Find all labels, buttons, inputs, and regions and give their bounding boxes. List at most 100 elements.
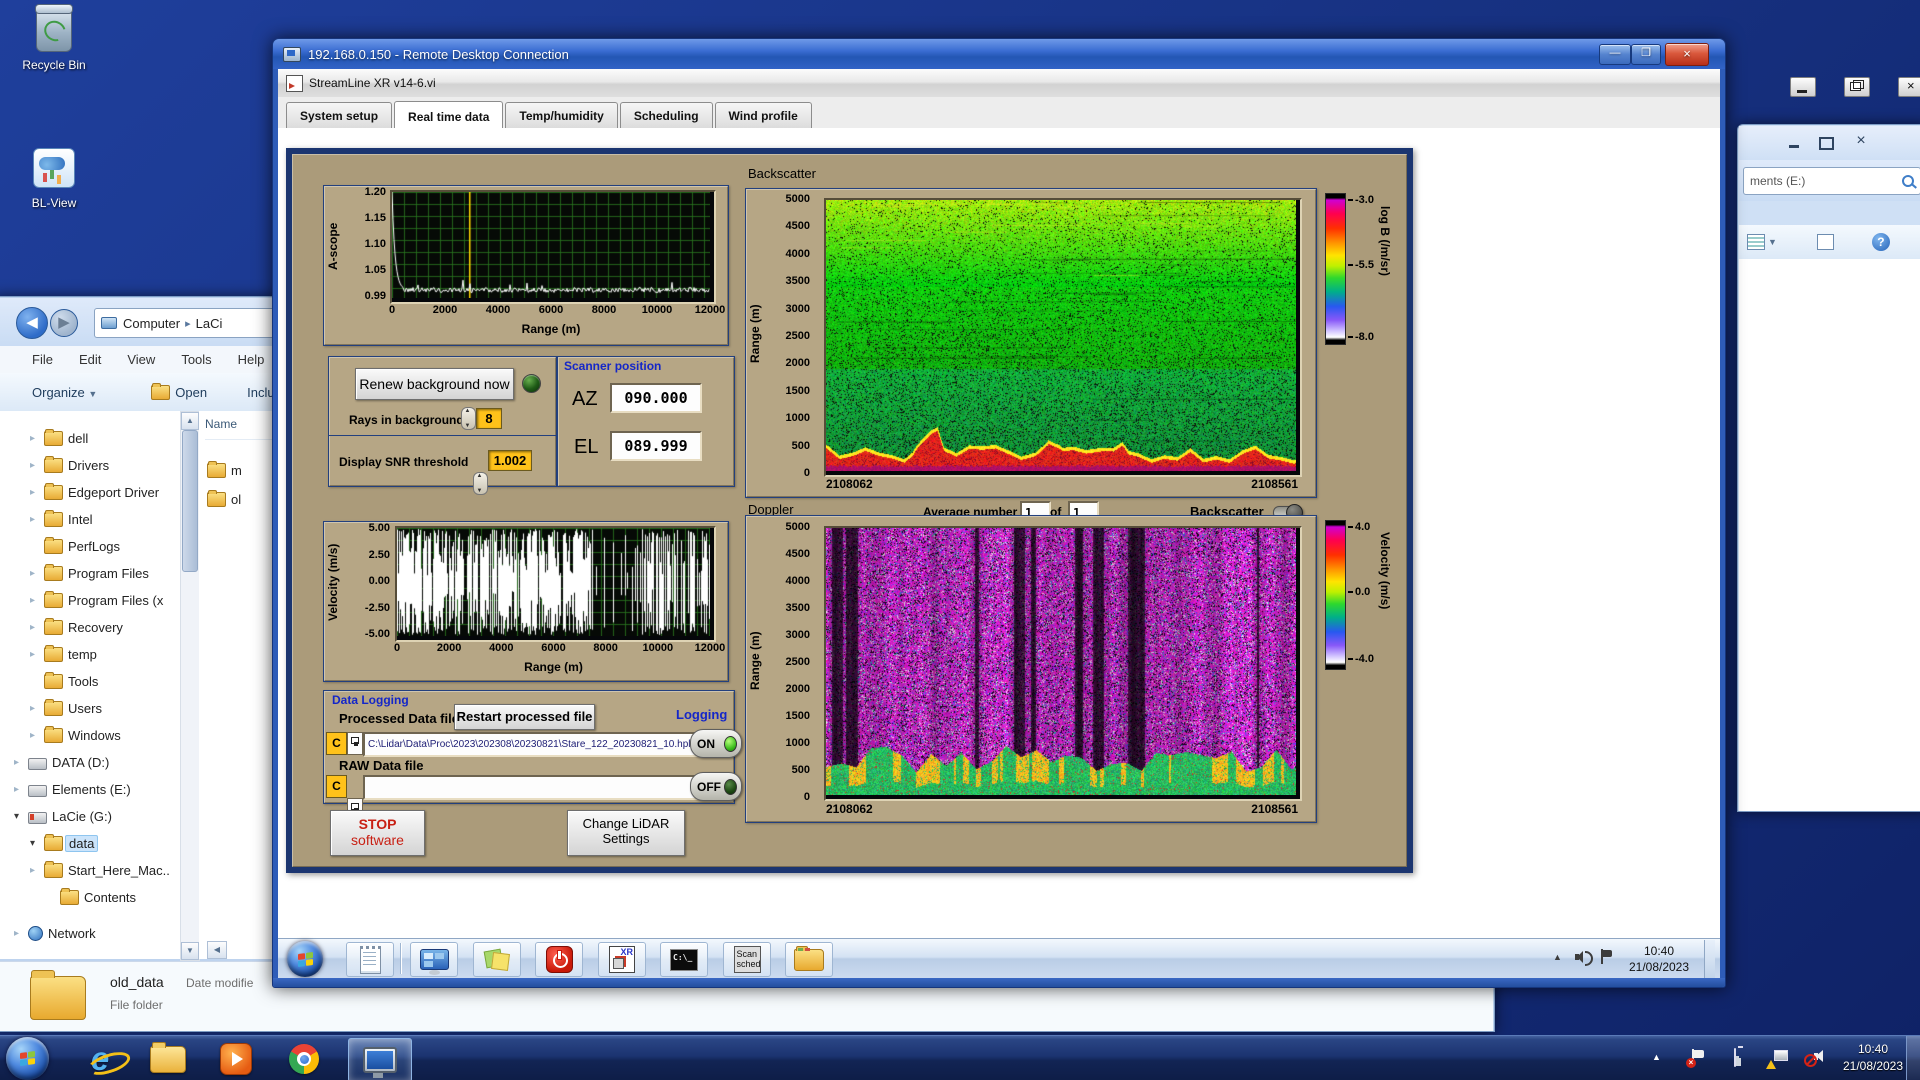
tree-item-intel[interactable]: Intel [0, 506, 180, 533]
battery-icon[interactable] [1734, 1048, 1736, 1067]
tab-scheduling[interactable]: Scheduling [619, 102, 713, 128]
session-clock[interactable]: 10:40 21/08/2023 [1618, 943, 1700, 975]
tree-item-elements-e-[interactable]: Elements (E:) [0, 776, 180, 803]
scrollbar-thumb[interactable] [182, 430, 198, 572]
tray-expand-icon[interactable]: ▲ [1652, 1052, 1661, 1062]
tree-item-network[interactable]: Network [0, 920, 180, 947]
expander-icon[interactable] [30, 703, 44, 714]
taskbar-button-internet-explorer[interactable]: e [72, 1038, 133, 1080]
tree-item-windows[interactable]: Windows [0, 722, 180, 749]
desktop-icon-bl-view[interactable]: BL-View [18, 148, 90, 210]
maximize-button[interactable]: ❒ [1631, 44, 1661, 65]
menu-edit[interactable]: Edit [79, 352, 101, 367]
minimize-button[interactable]: — [1599, 44, 1631, 65]
taskbar-button-labview-xr[interactable] [598, 942, 646, 977]
breadcrumb-root[interactable]: Computer [123, 316, 180, 331]
scroll-down-icon[interactable]: ▼ [181, 942, 199, 960]
processed-browse-icon[interactable] [347, 732, 363, 755]
session-start-button[interactable] [287, 941, 323, 977]
organize-button[interactable]: Organize ▼ [32, 385, 97, 400]
tree-item-lacie-g-[interactable]: LaCie (G:) [0, 803, 180, 830]
expander-icon[interactable] [30, 622, 44, 633]
restart-processed-file-button[interactable]: Restart processed file [454, 704, 595, 730]
open-button[interactable]: Open [175, 385, 207, 400]
tree-item-temp[interactable]: temp [0, 641, 180, 668]
tree-item-start-here-mac-[interactable]: Start_Here_Mac.. [0, 857, 180, 884]
tray-expand-icon[interactable]: ▲ [1553, 952, 1562, 962]
close-button[interactable]: × [1665, 43, 1709, 66]
rdp-title-bar[interactable]: 192.168.0.150 - Remote Desktop Connectio… [273, 39, 1725, 69]
tree-item-drivers[interactable]: Drivers [0, 452, 180, 479]
scroll-left-icon[interactable]: ◀ [207, 941, 227, 959]
tree-item-program-files-x[interactable]: Program Files (x [0, 587, 180, 614]
stop-software-button[interactable]: STOP software [330, 810, 425, 856]
menu-help[interactable]: Help [238, 352, 265, 367]
tree-item-data-d-[interactable]: DATA (D:) [0, 749, 180, 776]
taskbar-button-scan-scheduler[interactable] [723, 942, 771, 977]
show-desktop-button[interactable] [1906, 1036, 1920, 1080]
taskbar-button-sticky-notes[interactable] [473, 942, 521, 977]
tree-item-data[interactable]: data [0, 830, 180, 857]
snr-value[interactable]: 1.002 [488, 450, 532, 471]
expander-icon[interactable] [30, 487, 44, 498]
taskbar-button-windows-explorer[interactable] [140, 1038, 196, 1080]
taskbar-button-display-settings[interactable] [410, 942, 458, 977]
close-button[interactable]: × [1844, 132, 1878, 152]
tree-item-contents[interactable]: Contents [0, 884, 180, 911]
back-button[interactable]: ◀ [16, 307, 48, 339]
maximize-button[interactable] [1812, 134, 1840, 152]
renew-background-button[interactable]: Renew background now [355, 368, 514, 400]
list-item[interactable]: m [207, 461, 242, 478]
breadcrumb-child[interactable]: LaCi [196, 316, 223, 331]
tree-item-recovery[interactable]: Recovery [0, 614, 180, 641]
tree-item-edgeport-driver[interactable]: Edgeport Driver [0, 479, 180, 506]
expander-icon[interactable] [30, 460, 44, 471]
help-icon[interactable]: ? [1871, 233, 1890, 251]
host-clock[interactable]: 10:40 21/08/2023 [1840, 1041, 1906, 1075]
expander-icon[interactable] [30, 865, 44, 876]
tab-system-setup[interactable]: System setup [286, 102, 393, 128]
rays-value[interactable]: 8 [476, 408, 502, 429]
taskbar-button-notepad[interactable] [346, 942, 394, 977]
taskbar-button-folder[interactable] [785, 942, 833, 977]
tab-wind-profile[interactable]: Wind profile [714, 102, 812, 128]
processed-path-field[interactable]: C:\Lidar\Data\Proc\2023\202308\20230821\… [363, 732, 701, 757]
raw-logging-off-button[interactable]: OFF [690, 772, 742, 801]
taskbar-button-remote-desktop[interactable] [348, 1038, 412, 1080]
tree-item-perflogs[interactable]: PerfLogs [0, 533, 180, 560]
tab-real-time-data[interactable]: Real time data [394, 101, 504, 129]
tree-vertical-scrollbar[interactable]: ▲ ▼ [180, 411, 200, 961]
tree-item-dell[interactable]: dell [0, 425, 180, 452]
change-lidar-settings-button[interactable]: Change LiDAR Settings [567, 810, 685, 856]
close-button[interactable]: × [1897, 77, 1920, 97]
taskbar-button-chrome[interactable] [276, 1038, 332, 1080]
menu-tools[interactable]: Tools [181, 352, 211, 367]
expander-icon[interactable] [14, 784, 28, 795]
forward-button[interactable]: ▶ [50, 309, 78, 337]
expander-icon[interactable] [14, 811, 28, 822]
expander-icon[interactable] [30, 649, 44, 660]
tab-temp-humidity[interactable]: Temp/humidity [505, 102, 618, 128]
taskbar-button-media-player[interactable] [208, 1038, 264, 1080]
tree-item-program-files[interactable]: Program Files [0, 560, 180, 587]
restore-button[interactable] [1843, 77, 1870, 97]
taskbar-button-command-prompt[interactable] [660, 942, 708, 977]
menu-file[interactable]: File [32, 352, 53, 367]
raw-path-field[interactable] [363, 775, 701, 800]
minimize-button[interactable] [1789, 77, 1816, 97]
tree-item-tools[interactable]: Tools [0, 668, 180, 695]
az-value[interactable]: 090.000 [610, 383, 702, 413]
processed-drive-button[interactable]: C [326, 732, 347, 755]
search-input[interactable]: ments (E:) [1743, 167, 1920, 195]
menu-view[interactable]: View [127, 352, 155, 367]
rays-spinner[interactable] [461, 407, 476, 430]
minimize-button[interactable] [1780, 134, 1808, 152]
expander-icon[interactable] [30, 568, 44, 579]
expander-icon[interactable] [30, 433, 44, 444]
preview-pane-icon[interactable] [1816, 234, 1834, 250]
tree-item-users[interactable]: Users [0, 695, 180, 722]
breadcrumb[interactable]: Computer ▸ LaCi [94, 308, 278, 338]
expander-icon[interactable] [14, 757, 28, 768]
expander-icon[interactable] [14, 928, 28, 939]
app-title-bar[interactable]: StreamLine XR v14-6.vi × [278, 69, 1920, 98]
